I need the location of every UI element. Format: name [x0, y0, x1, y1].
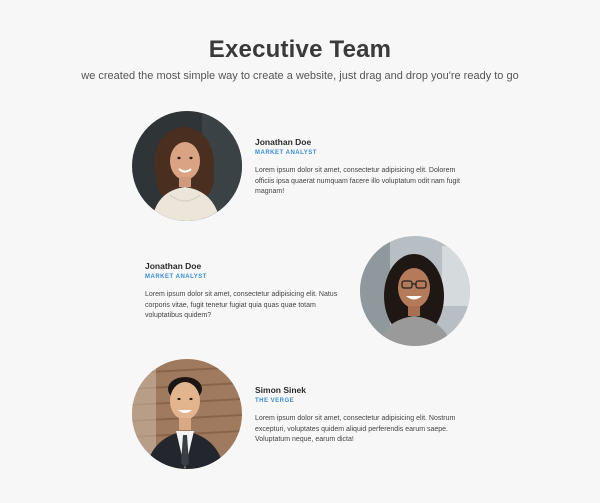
member-name: Jonathan Doe [255, 137, 312, 147]
member-role: MARKET ANALYST [255, 150, 317, 156]
member-photo-avatar [132, 359, 242, 469]
woman-curly-hair-portrait-icon [132, 111, 242, 221]
member-role: MARKET ANALYST [145, 274, 207, 280]
member-info: Simon Sinek THE VERGE Lorem ipsum dolor … [255, 385, 475, 446]
member-role: THE VERGE [255, 398, 295, 404]
member-info: Jonathan Doe MARKET ANALYST Lorem ipsum … [255, 137, 475, 198]
section-title: Executive Team [208, 36, 392, 63]
member-name: Simon Sinek [255, 385, 307, 395]
woman-glasses-portrait-icon [360, 236, 470, 346]
member-info: Jonathan Doe MARKET ANALYST Lorem ipsum … [145, 261, 355, 322]
member-name: Jonathan Doe [145, 261, 202, 271]
member-photo-avatar [360, 236, 470, 346]
member-bio: Lorem ipsum dolor sit amet, consectetur … [255, 415, 456, 443]
member-photo-avatar [132, 111, 242, 221]
man-suit-portrait-icon [132, 359, 242, 469]
member-bio: Lorem ipsum dolor sit amet, consectetur … [145, 291, 338, 319]
section-subtitle: we created the most simple way to create… [81, 70, 519, 82]
member-bio: Lorem ipsum dolor sit amet, consectetur … [255, 167, 460, 195]
